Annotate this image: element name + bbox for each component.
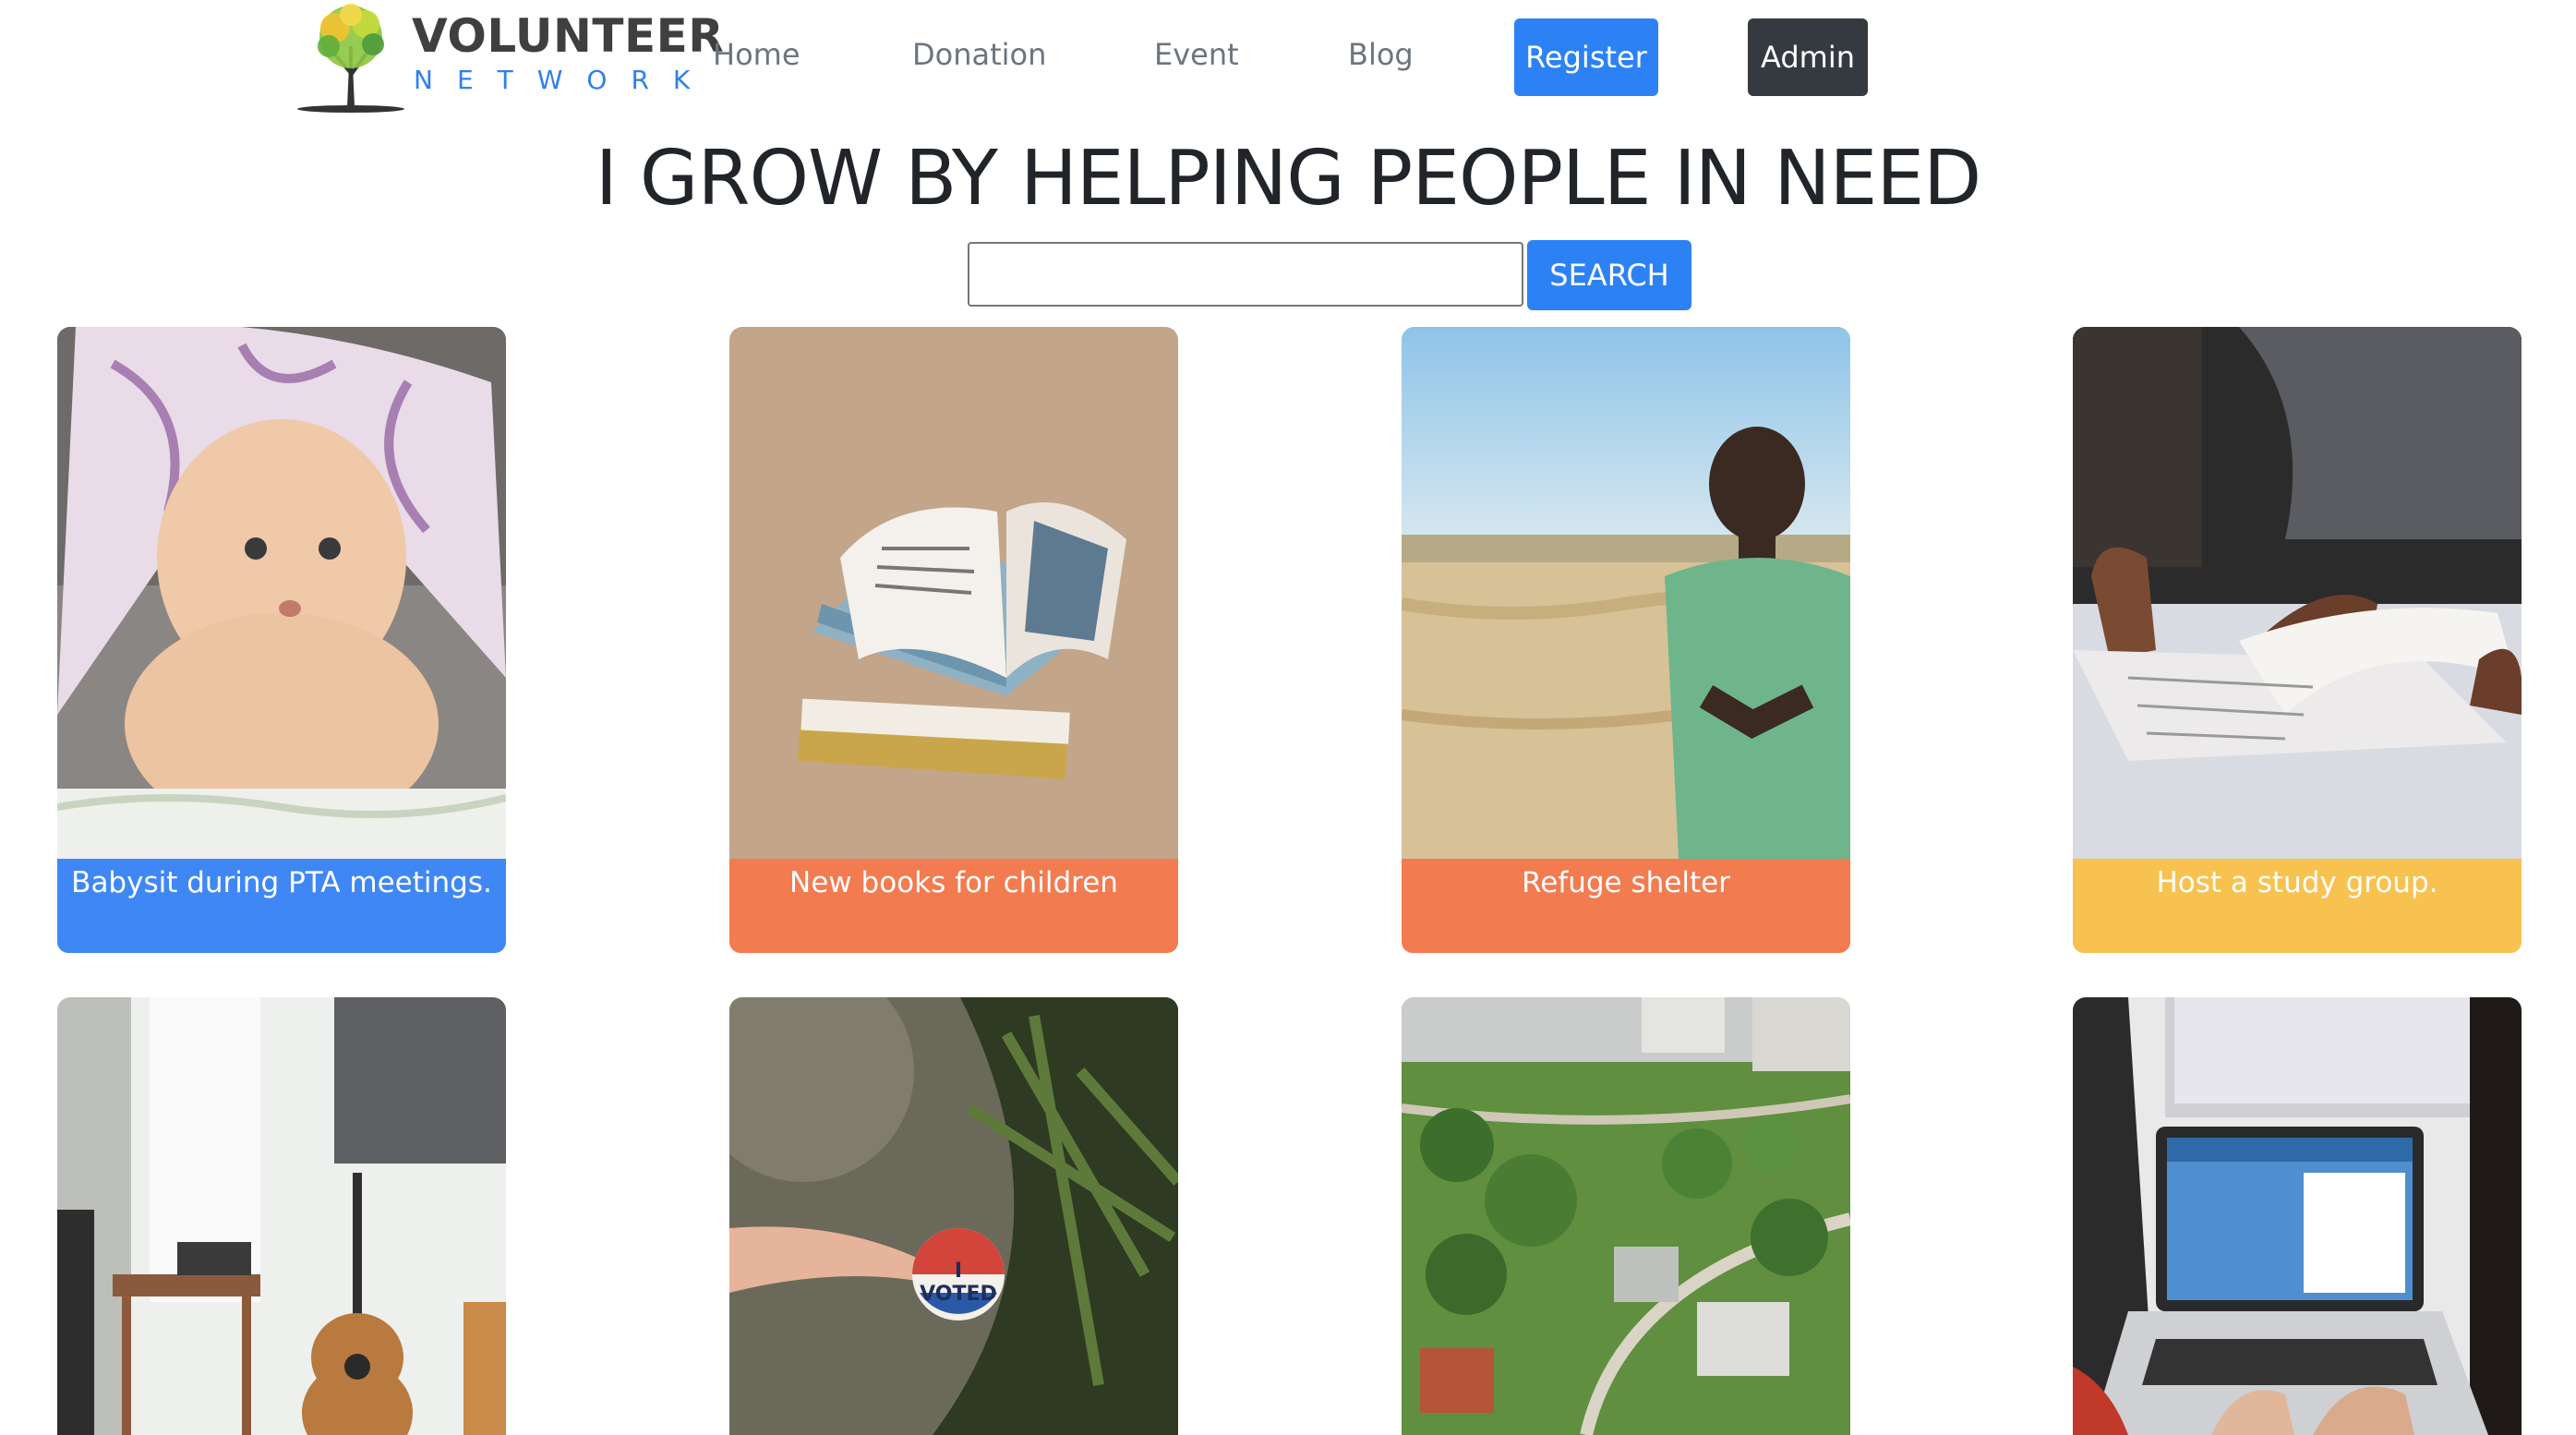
nav-event[interactable]: Event [1154, 37, 1239, 72]
tree-logo-icon [297, 4, 404, 113]
brand-title: VOLUNTEER [412, 9, 725, 63]
park-aerial-photo [1402, 997, 1850, 1435]
event-card[interactable]: Host a study group. [2073, 327, 2522, 953]
event-card[interactable]: I VOTED [729, 997, 1178, 1435]
page-title: I GROW BY HELPING PEOPLE IN NEED [595, 135, 1982, 223]
event-card[interactable]: Babysit during PTA meetings. [57, 327, 506, 953]
voted-sticker-photo: I VOTED [729, 997, 1178, 1435]
child-field-photo [1402, 327, 1850, 859]
event-card[interactable]: New books for children [729, 327, 1178, 953]
nav-donation[interactable]: Donation [912, 37, 1046, 72]
nav-blog[interactable]: Blog [1348, 37, 1414, 72]
nav-home[interactable]: Home [713, 37, 800, 72]
register-button[interactable]: Register [1514, 18, 1658, 96]
laptop-photo [2073, 997, 2522, 1435]
card-label: Host a study group. [2073, 859, 2522, 953]
event-card[interactable] [2073, 997, 2522, 1435]
study-photo [2073, 327, 2522, 859]
baby-photo [57, 327, 506, 859]
voted-sticker-text: I VOTED [920, 1260, 997, 1306]
brand-subtitle: NETWORK [414, 65, 715, 95]
search-input[interactable] [968, 242, 1523, 307]
event-card[interactable] [57, 997, 506, 1435]
logo[interactable]: VOLUNTEER NETWORK [294, 0, 724, 115]
card-label: Babysit during PTA meetings. [57, 859, 506, 953]
event-card[interactable] [1402, 997, 1850, 1435]
event-card[interactable]: Refuge shelter [1402, 327, 1850, 953]
books-photo [729, 327, 1178, 859]
admin-button[interactable]: Admin [1748, 18, 1868, 96]
guitar-room-photo [57, 997, 506, 1435]
search-button[interactable]: SEARCH [1527, 240, 1691, 310]
card-label: Refuge shelter [1402, 859, 1850, 953]
card-label: New books for children [729, 859, 1178, 953]
